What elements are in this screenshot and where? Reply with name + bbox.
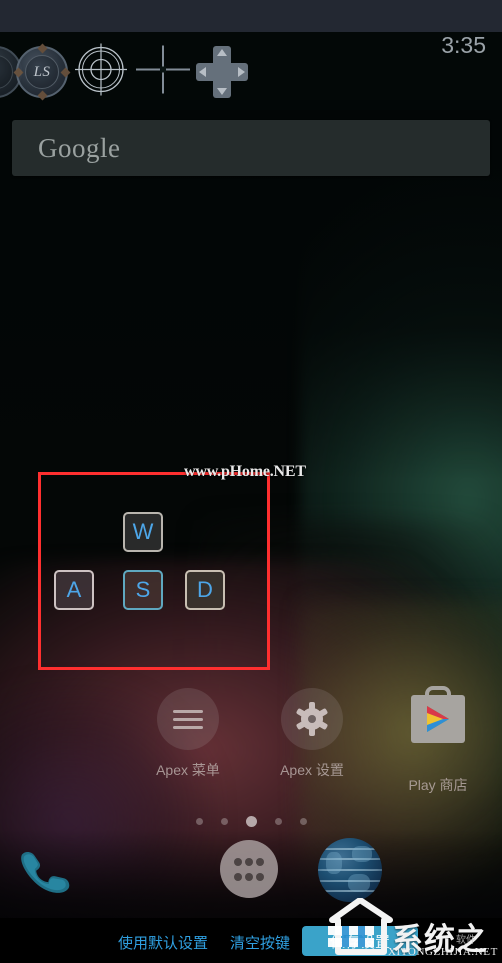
gear-hole <box>308 715 316 723</box>
phone-icon[interactable] <box>12 838 74 900</box>
page-dot-5[interactable] <box>299 818 307 825</box>
gear-icon <box>281 688 343 750</box>
play-bag-handle <box>425 686 451 699</box>
use-default-settings-button[interactable]: 使用默认设置 <box>118 932 208 953</box>
keymapper-bottom-toolbar: 使用默认设置 清空按键 保存设置 <box>0 918 502 963</box>
page-dot-3-active[interactable] <box>245 816 257 827</box>
dpad-arrow-right <box>238 67 245 77</box>
status-clock: 3:35 <box>441 32 486 58</box>
page-dot-2[interactable] <box>220 818 228 825</box>
keycap-a[interactable]: A <box>54 570 94 610</box>
browser-globe-icon[interactable] <box>318 838 382 902</box>
app-shortcut-apex-menu[interactable]: Apex 菜单 <box>128 688 248 780</box>
left-stick-icon[interactable]: LS <box>13 43 71 101</box>
keymapper-toolbar: LS 3:35 <box>0 32 502 110</box>
play-store-icon <box>411 686 465 743</box>
keycap-w[interactable]: W <box>123 512 163 552</box>
page-indicator <box>0 816 502 827</box>
clear-keys-button[interactable]: 清空按键 <box>230 932 290 953</box>
stick-nub-west <box>13 67 24 78</box>
left-stick-label: LS <box>33 63 51 80</box>
page-dot-4[interactable] <box>274 818 282 825</box>
app-label-play-store: Play 商店 <box>408 777 468 793</box>
status-bar <box>0 0 502 32</box>
stick-nub-north <box>37 43 48 54</box>
scope-crosshair-icon[interactable] <box>73 42 129 103</box>
keycap-s[interactable]: S <box>123 570 163 610</box>
menu-icon <box>157 688 219 750</box>
aim-crosshair-icon[interactable] <box>134 42 192 103</box>
keycap-d[interactable]: D <box>185 570 225 610</box>
app-shortcut-play-store[interactable]: Play 商店 <box>378 686 498 795</box>
app-drawer-icon[interactable] <box>220 840 278 898</box>
android-home-screen: LS 3:35 Google W A S D www.pHome.NET Ape… <box>0 0 502 963</box>
page-dot-1[interactable] <box>195 818 203 825</box>
dpad-arrow-down <box>217 88 227 95</box>
dpad-icon[interactable] <box>196 46 248 98</box>
phome-watermark: www.pHome.NET <box>184 463 306 480</box>
dpad-arrow-up <box>217 49 227 56</box>
app-shortcut-apex-settings[interactable]: Apex 设置 <box>252 688 372 780</box>
google-logo-text: Google <box>38 132 121 163</box>
play-triangle-yellow <box>427 713 443 725</box>
app-shortcut-row: Apex 菜单 Apex 设置 Play 商店 <box>0 686 502 793</box>
app-label-apex-menu: Apex 菜单 <box>156 762 220 778</box>
dpad-arrow-left <box>199 67 206 77</box>
app-label-apex-settings: Apex 设置 <box>280 762 344 778</box>
google-search-widget[interactable]: Google <box>12 120 490 176</box>
save-settings-button[interactable]: 保存设置 <box>302 926 418 956</box>
dock <box>0 838 502 908</box>
stick-nub-south <box>37 90 48 101</box>
stick-nub-east <box>60 67 71 78</box>
